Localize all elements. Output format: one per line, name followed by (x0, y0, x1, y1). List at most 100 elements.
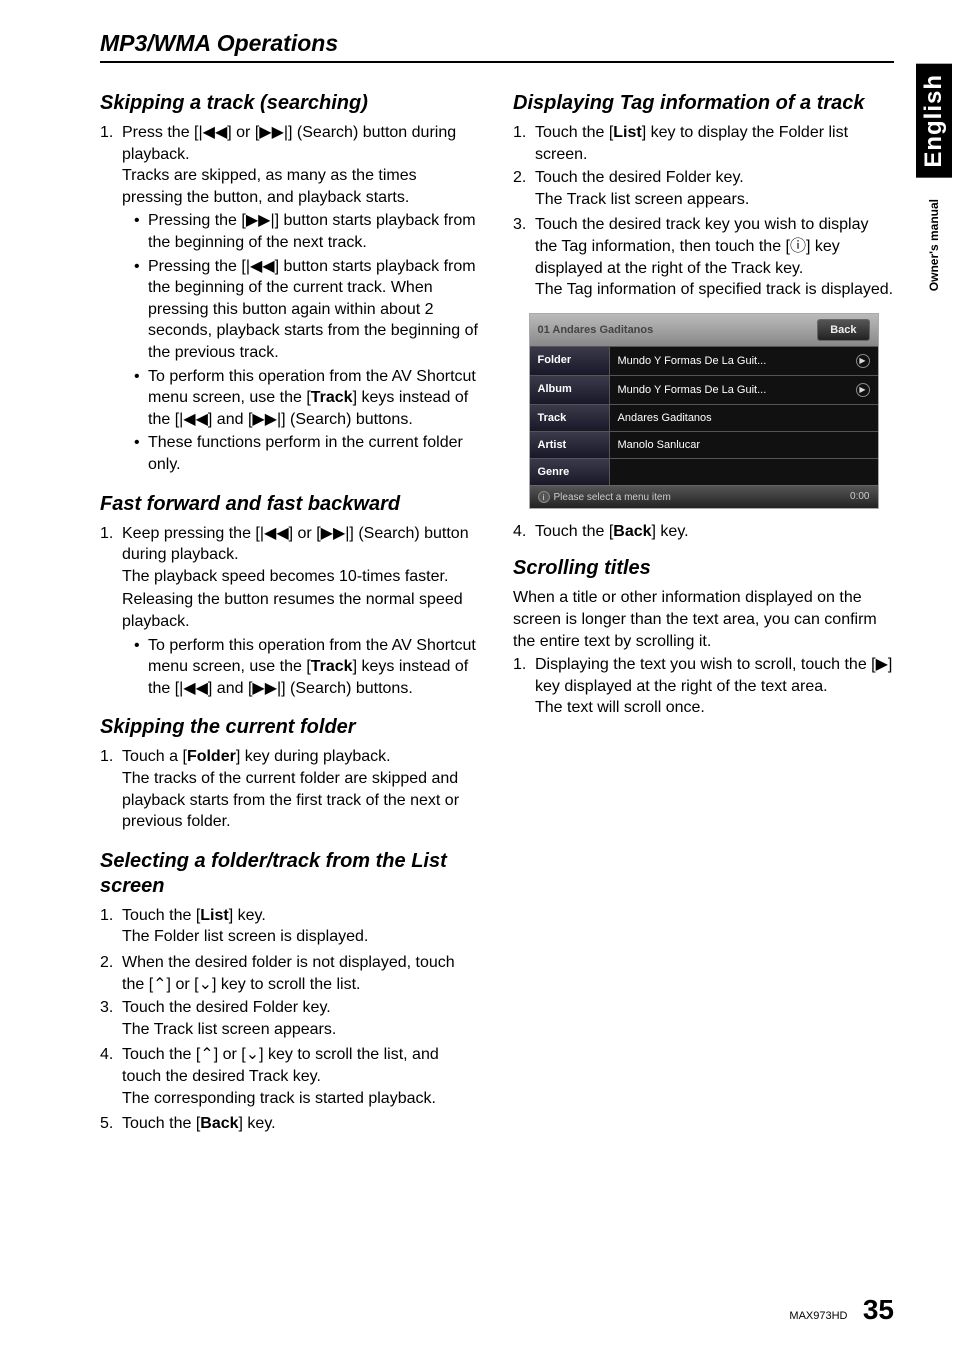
heading-scrolling-titles: Scrolling titles (513, 556, 894, 581)
text: Touch the [ (122, 1115, 200, 1132)
tag-ui-value: Mundo Y Formas De La Guit...▶ (610, 347, 878, 375)
text: ] and [ (208, 680, 252, 697)
tag-ui-label: Folder (530, 347, 610, 375)
text: The tracks of the current folder are ski… (122, 768, 481, 833)
tag-ui-label: Genre (530, 459, 610, 485)
text: The Tag information of specified track i… (535, 279, 894, 301)
text: ] key. (229, 907, 266, 924)
text: Releasing the button resumes the normal … (122, 589, 481, 632)
text: The Folder list screen is displayed. (122, 926, 481, 948)
step-number: 3. (100, 997, 122, 1042)
model-number: MAX973HD (789, 1310, 847, 1322)
prev-track-icon: |◀◀ (260, 523, 289, 545)
next-track-icon: ▶▶| (252, 678, 281, 700)
step-number: 1. (513, 122, 535, 165)
tag-ui-row: AlbumMundo Y Formas De La Guit...▶ (530, 375, 878, 404)
prev-track-icon: |◀◀ (198, 122, 227, 144)
step-body: Touch the [List] key to display the Fold… (535, 122, 894, 165)
step-body: Keep pressing the [|◀◀] or [▶▶|] (Search… (122, 523, 481, 702)
text: ] key. (652, 523, 689, 540)
text: ] (Search) buttons. (281, 680, 413, 697)
step-body: Touch the [Back] key. (535, 521, 894, 543)
text: ] key. (239, 1115, 276, 1132)
bullet-dot: • (134, 635, 148, 700)
bullet-body: To perform this operation from the AV Sh… (148, 635, 481, 700)
text: The Track list screen appears. (535, 189, 894, 211)
scroll-right-icon: ▶ (876, 654, 888, 676)
step-body: Touch the [⌃] or [⌄] key to scroll the l… (122, 1044, 481, 1111)
prev-track-icon: |◀◀ (179, 409, 208, 431)
step-number: 1. (100, 523, 122, 702)
back-key: Back (200, 1115, 238, 1132)
text: Touch the [ (122, 907, 200, 924)
next-track-icon: ▶▶| (252, 409, 281, 431)
scroll-right-icon[interactable]: ▶ (856, 354, 870, 368)
step-number: 1. (100, 122, 122, 478)
prev-track-icon: |◀◀ (246, 256, 275, 278)
side-tabs: English Owner's manual (914, 64, 954, 312)
step-number: 4. (513, 521, 535, 543)
step-body: Touch the desired track key you wish to … (535, 214, 894, 302)
text: Touch the desired Folder key. (535, 169, 744, 186)
folder-key: Folder (187, 748, 236, 765)
tag-ui-row: TrackAndares Gaditanos (530, 404, 878, 431)
scroll-up-icon: ⌃ (153, 974, 166, 996)
tag-info-screenshot: 01 Andares Gaditanos Back FolderMundo Y … (529, 313, 879, 509)
text: Keep pressing the [ (122, 525, 260, 542)
info-icon: i (538, 491, 550, 503)
text: Pressing the [ (148, 258, 246, 275)
text: The text will scroll once. (535, 697, 894, 719)
text: When a title or other information displa… (513, 587, 894, 652)
text: Touch the [ (535, 523, 613, 540)
step-body: Touch the desired Folder key. The Track … (535, 167, 894, 212)
step-number: 1. (513, 654, 535, 721)
next-track-icon: ▶▶| (246, 210, 275, 232)
text: Touch the [ (535, 124, 613, 141)
bullet-body: Pressing the [▶▶|] button starts playbac… (148, 210, 481, 253)
text: Displaying the text you wish to scroll, … (535, 656, 876, 673)
track-key: Track (311, 389, 353, 406)
list-key: List (613, 124, 641, 141)
language-tab: English (916, 64, 952, 178)
owners-manual-tab: Owner's manual (923, 189, 945, 301)
track-key: Track (311, 658, 353, 675)
text: ] or [ (214, 1046, 246, 1063)
text: Pressing the [ (148, 212, 246, 229)
list-key: List (200, 907, 228, 924)
text: The playback speed becomes 10-times fast… (122, 566, 481, 588)
step-body: Touch the desired Folder key. The Track … (122, 997, 481, 1042)
step-number: 3. (513, 214, 535, 302)
text: ] key during playback. (236, 748, 391, 765)
text: Touch a [ (122, 748, 187, 765)
tag-ui-back-button[interactable]: Back (817, 319, 869, 341)
bullet-body: To perform this operation from the AV Sh… (148, 366, 481, 431)
step-number: 2. (513, 167, 535, 212)
scroll-down-icon: ⌄ (246, 1044, 259, 1066)
tag-ui-value: Mundo Y Formas De La Guit...▶ (610, 376, 878, 404)
heading-tag-info: Displaying Tag information of a track (513, 91, 894, 116)
text: Touch the desired Folder key. (122, 999, 331, 1016)
right-column: Displaying Tag information of a track 1.… (513, 77, 894, 1137)
text: The corresponding track is started playb… (122, 1088, 481, 1110)
tag-ui-title: 01 Andares Gaditanos (538, 324, 654, 336)
step-body: Touch the [List] key. The Folder list sc… (122, 905, 481, 950)
tag-ui-footer-text: Please select a menu item (554, 492, 671, 503)
page-footer: MAX973HD 35 (789, 1294, 894, 1326)
scroll-right-icon[interactable]: ▶ (856, 383, 870, 397)
step-body: Press the [|◀◀] or [▶▶|] (Search) button… (122, 122, 481, 478)
bullet-dot: • (134, 432, 148, 475)
text: Touch the [ (122, 1046, 200, 1063)
step-number: 2. (100, 952, 122, 995)
text: ] or [ (167, 976, 199, 993)
step-number: 1. (100, 905, 122, 950)
page-number: 35 (863, 1294, 894, 1325)
step-body: Displaying the text you wish to scroll, … (535, 654, 894, 721)
info-icon: ⓘ (790, 236, 806, 258)
text: Press the [ (122, 124, 198, 141)
scroll-down-icon: ⌄ (199, 974, 212, 996)
text: ] (Search) buttons. (281, 411, 413, 428)
next-track-icon: ▶▶| (321, 523, 350, 545)
bullet-body: Pressing the [|◀◀] button starts playbac… (148, 256, 481, 364)
step-number: 1. (100, 746, 122, 834)
text: ] or [ (289, 525, 321, 542)
